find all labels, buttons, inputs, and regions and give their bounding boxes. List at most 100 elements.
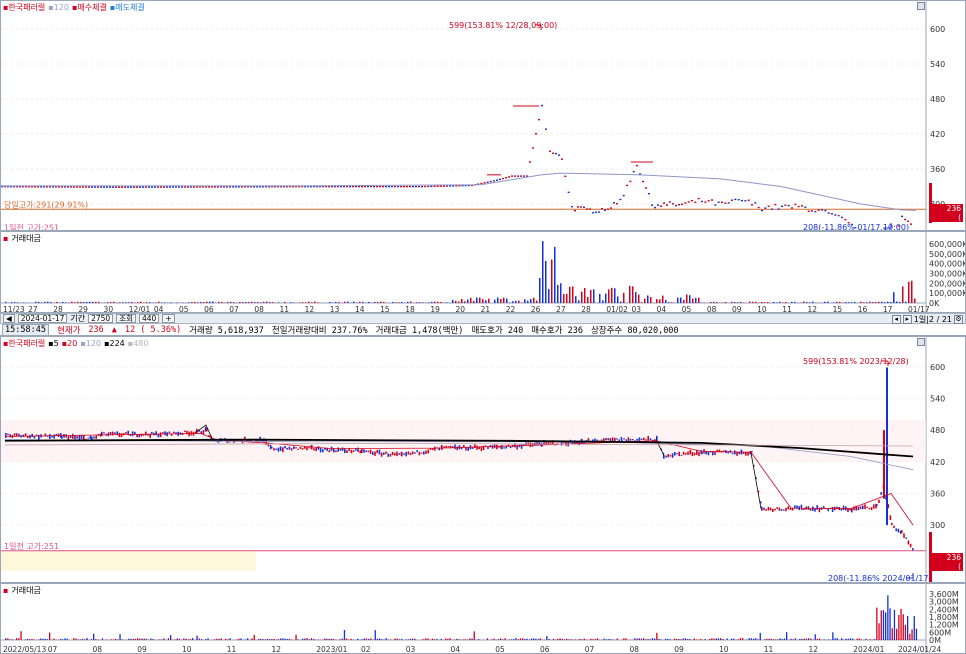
daily-volume-tick-6: 0M bbox=[929, 636, 941, 645]
intraday-date-31: 11 bbox=[782, 305, 792, 313]
daily-price-chart: 600 540 480 420 360 300 1일전 고가:251 599(153.81% … bbox=[1, 337, 945, 583]
volume-text: 거래량 5,618,937 bbox=[189, 325, 264, 336]
intraday-date-25: 03 bbox=[631, 305, 641, 313]
intraday-legend-item-1: ▪120 bbox=[48, 3, 69, 12]
daily-legend-item-3: ▪120 bbox=[80, 339, 102, 348]
scroll-right-icon[interactable]: ▸ bbox=[902, 315, 912, 324]
toolbar-prev-button[interactable]: ◀ bbox=[3, 314, 15, 323]
daily-price-tick-5: 300 bbox=[930, 521, 945, 530]
intraday-price-tick-1: 540 bbox=[930, 60, 945, 69]
intraday-date-19: 21 bbox=[481, 305, 491, 313]
settings-icon[interactable]: ⚙ bbox=[954, 315, 963, 324]
search-button[interactable]: 조회 bbox=[116, 314, 137, 323]
current-price: 236 bbox=[88, 324, 104, 335]
scroll-left-icon[interactable]: ◂ bbox=[891, 315, 901, 324]
intraday-date-26: 04 bbox=[657, 305, 667, 313]
daily-low-annotation: 208(-11.86% 2024/01/17) bbox=[828, 574, 932, 583]
volume-legend-label: 거래대금 bbox=[11, 234, 41, 243]
daily-date-19: 2024/01 bbox=[853, 645, 884, 654]
intraday-date-17: 19 bbox=[430, 305, 440, 313]
intraday-date-1: 27 bbox=[28, 305, 38, 313]
current-price-label: 현재가 bbox=[56, 325, 81, 336]
intraday-volume-tick-1: 500,000K bbox=[929, 250, 966, 259]
period-label: 기간 bbox=[70, 314, 86, 323]
daily-date-12: 06 bbox=[540, 645, 550, 654]
intraday-legend-item-2: ▪매수체결 bbox=[71, 3, 107, 12]
intraday-date-3: 29 bbox=[78, 305, 88, 313]
intraday-date-23: 28 bbox=[581, 305, 591, 313]
intraday-volume-tick-4: 200,000K bbox=[929, 279, 966, 288]
intraday-date-13: 13 bbox=[330, 305, 340, 313]
quote-time: 15:58:45 bbox=[2, 323, 49, 336]
intraday-date-22: 27 bbox=[556, 305, 566, 313]
daily-date-1: 07 bbox=[48, 645, 58, 654]
daily-legend-item-5: ▪480 bbox=[127, 339, 149, 348]
intraday-date-36: 01/17 bbox=[908, 305, 930, 313]
intraday-date-2: 28 bbox=[53, 305, 63, 313]
daily-date-7: 2023/01 bbox=[316, 645, 347, 654]
intraday-price-tick-0: 600 bbox=[930, 25, 945, 34]
intraday-date-11: 11 bbox=[280, 305, 290, 313]
intraday-date-34: 16 bbox=[858, 305, 868, 313]
daily-price-tick-4: 360 bbox=[930, 489, 945, 498]
daily-price-tick-3: 420 bbox=[930, 458, 945, 467]
intraday-volume-tick-3: 300,000K bbox=[929, 270, 966, 279]
intraday-date-18: 20 bbox=[456, 305, 466, 313]
intraday-date-9: 07 bbox=[229, 305, 239, 313]
daily-current-price-tag: 236 ( 5.36%) bbox=[929, 553, 963, 580]
chart-toolbar: ◀ 2024-01-17 기간 2750 조회 440 + ◂ ▸ 1일|2 /… bbox=[0, 313, 966, 324]
daily-date-10: 04 bbox=[451, 645, 461, 654]
count-input[interactable]: 2750 bbox=[88, 314, 114, 323]
daily-price-tick-0: 600 bbox=[930, 363, 945, 372]
daily-date-17: 11 bbox=[764, 645, 774, 654]
intraday-price-chart: 600540480420360300당일고가:291(29.91%)1일전 고가… bbox=[1, 1, 945, 231]
intraday-volume-chart: 600,000K500,000K400,000K300,000K200,000K… bbox=[1, 232, 966, 313]
daily-volume-pane[interactable]: ▪ 거래대금 3,600M 3,000M 2,400M 1,800M 1,200M 600M… bbox=[0, 583, 966, 654]
intraday-volume-tick-0: 600,000K bbox=[929, 240, 966, 249]
daily-legend-item-0: ▪한국패러럴 bbox=[3, 339, 46, 348]
daily-date-9: 03 bbox=[406, 645, 416, 654]
daily-volume-legend: ▪ 거래대금 bbox=[3, 586, 41, 595]
zoom-input[interactable]: 440 bbox=[139, 314, 160, 323]
intraday-date-27: 05 bbox=[682, 305, 692, 313]
intraday-date-6: 04 bbox=[154, 305, 164, 313]
intraday-date-8: 06 bbox=[204, 305, 214, 313]
daily-volume-legend-label: 거래대금 bbox=[11, 586, 41, 595]
intraday-date-0: 11/23 bbox=[3, 305, 25, 313]
bid-price: 매수호가 236 bbox=[531, 325, 583, 336]
intraday-date-10: 08 bbox=[254, 305, 264, 313]
intraday-date-35: 17 bbox=[883, 305, 893, 313]
intraday-date-4: 30 bbox=[104, 305, 114, 313]
intraday-low-annotation: 208(-11.86% 01/17,10:00) bbox=[803, 223, 909, 231]
intraday-legend-item-3: ▪매도체결 bbox=[109, 3, 145, 12]
daily-price-pane[interactable]: ▪한국패러럴 ▪5 ▪20 ▪120 ▪224 ▪480 600 540 480 420 360 3… bbox=[0, 336, 966, 583]
daily-date-20: 2024/01/24 bbox=[898, 645, 941, 654]
daily-date-6: 12 bbox=[272, 645, 282, 654]
daily-high-annotation: 599(153.81% 2023/12/28) bbox=[803, 357, 909, 366]
daily-date-2: 08 bbox=[93, 645, 103, 654]
intraday-price-tick-4: 360 bbox=[930, 165, 945, 174]
intraday-volume-pane[interactable]: ▪ 거래대금 600,000K 500,000K 400,000K 300,000K 20… bbox=[0, 231, 966, 313]
daily-date-15: 09 bbox=[674, 645, 684, 654]
listed-shares: 상장주수 80,020,000 bbox=[590, 325, 679, 336]
prev-volume-ratio: 전일거래량대비 237.76% bbox=[271, 325, 368, 336]
trade-amount: 거래대금 1,478(백만) bbox=[375, 325, 464, 336]
intraday-volume-tick-6: 0K bbox=[929, 299, 940, 308]
current-price-tag: 236 ( 5.36%) bbox=[929, 204, 963, 230]
intraday-price-pane[interactable]: ▪한국패러럴▪120▪매수체결▪매도체결 600540480420360300당… bbox=[0, 0, 966, 231]
change-arrow: ▲ bbox=[111, 324, 117, 335]
intraday-date-7: 05 bbox=[179, 305, 189, 313]
intraday-volume-tick-2: 400,000K bbox=[929, 260, 966, 269]
level-label-0: 당일고가:291(29.91%) bbox=[4, 199, 88, 209]
zoom-plus-button[interactable]: + bbox=[162, 314, 175, 323]
intraday-date-33: 15 bbox=[833, 305, 843, 313]
intraday-date-20: 22 bbox=[506, 305, 516, 313]
daily-date-14: 08 bbox=[630, 645, 640, 654]
intraday-price-tick-2: 480 bbox=[930, 95, 945, 104]
intraday-date-21: 26 bbox=[531, 305, 541, 313]
intraday-legend-item-0: ▪한국패러럴 bbox=[3, 3, 46, 12]
intraday-date-16: 18 bbox=[405, 305, 415, 313]
daily-legend: ▪한국패러럴 ▪5 ▪20 ▪120 ▪224 ▪480 bbox=[3, 338, 151, 349]
date-input[interactable]: 2024-01-17 bbox=[17, 314, 68, 323]
daily-date-18: 12 bbox=[809, 645, 819, 654]
